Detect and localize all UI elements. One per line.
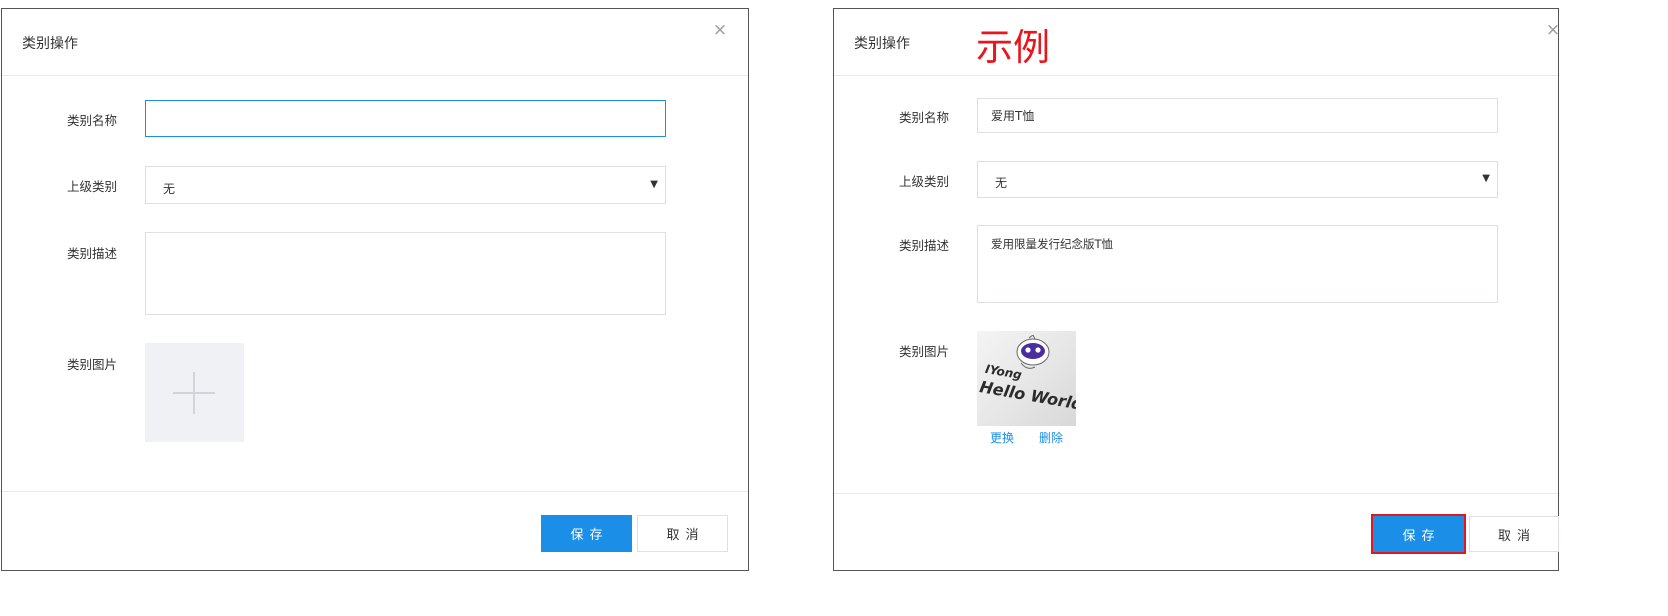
save-button[interactable]: 保存: [541, 515, 632, 552]
example-annotation: 示例: [976, 26, 1050, 69]
delete-image-link[interactable]: 删除: [1039, 429, 1063, 446]
image-upload-button[interactable]: [145, 343, 244, 442]
footer-divider: [834, 493, 1558, 494]
thumbnail-text-line2: Hello World: [978, 377, 1076, 414]
category-image-label: 类别图片: [899, 344, 950, 359]
dialog-title: 类别操作: [22, 36, 78, 52]
replace-image-link[interactable]: 更换: [990, 429, 1014, 446]
parent-category-select[interactable]: 无 ▼: [977, 161, 1498, 198]
cancel-button[interactable]: 取消: [1469, 516, 1559, 552]
category-image-thumbnail: IYong Hello World: [977, 331, 1076, 426]
parent-category-value: 无: [995, 176, 1008, 190]
category-description-label: 类别描述: [67, 246, 118, 261]
parent-category-value: 无: [163, 182, 176, 196]
footer-divider: [2, 491, 748, 492]
cancel-button[interactable]: 取消: [637, 515, 728, 552]
category-name-input[interactable]: [977, 98, 1498, 133]
category-image-label: 类别图片: [67, 357, 118, 372]
category-description-textarea[interactable]: [145, 232, 666, 315]
dialog-title: 类别操作: [854, 36, 910, 52]
parent-category-label: 上级类别: [67, 179, 118, 194]
category-description-label: 类别描述: [899, 238, 950, 253]
caret-down-icon: ▼: [1482, 173, 1490, 184]
parent-category-select[interactable]: 无 ▼: [145, 166, 666, 204]
save-button[interactable]: 保存: [1371, 514, 1466, 554]
category-name-label: 类别名称: [899, 110, 950, 125]
close-icon[interactable]: ×: [1544, 21, 1562, 39]
close-icon[interactable]: ×: [711, 21, 729, 39]
category-name-label: 类别名称: [67, 113, 118, 128]
dialog-header: 类别操作 ×: [2, 9, 748, 76]
category-name-input[interactable]: [145, 100, 666, 137]
category-description-textarea[interactable]: 爱用限量发行纪念版T恤: [977, 225, 1498, 303]
category-dialog-empty: 类别操作 × 类别名称 上级类别 无 ▼ 类别描述 类别图片 保存 取消: [1, 8, 749, 571]
category-dialog-example: 类别操作 示例 × 类别名称 上级类别 无 ▼ 类别描述 爱用限量发行纪念版T恤…: [833, 8, 1560, 571]
dialog-header: 类别操作 示例 ×: [834, 9, 1560, 76]
caret-down-icon: ▼: [650, 179, 658, 190]
parent-category-label: 上级类别: [899, 174, 950, 189]
